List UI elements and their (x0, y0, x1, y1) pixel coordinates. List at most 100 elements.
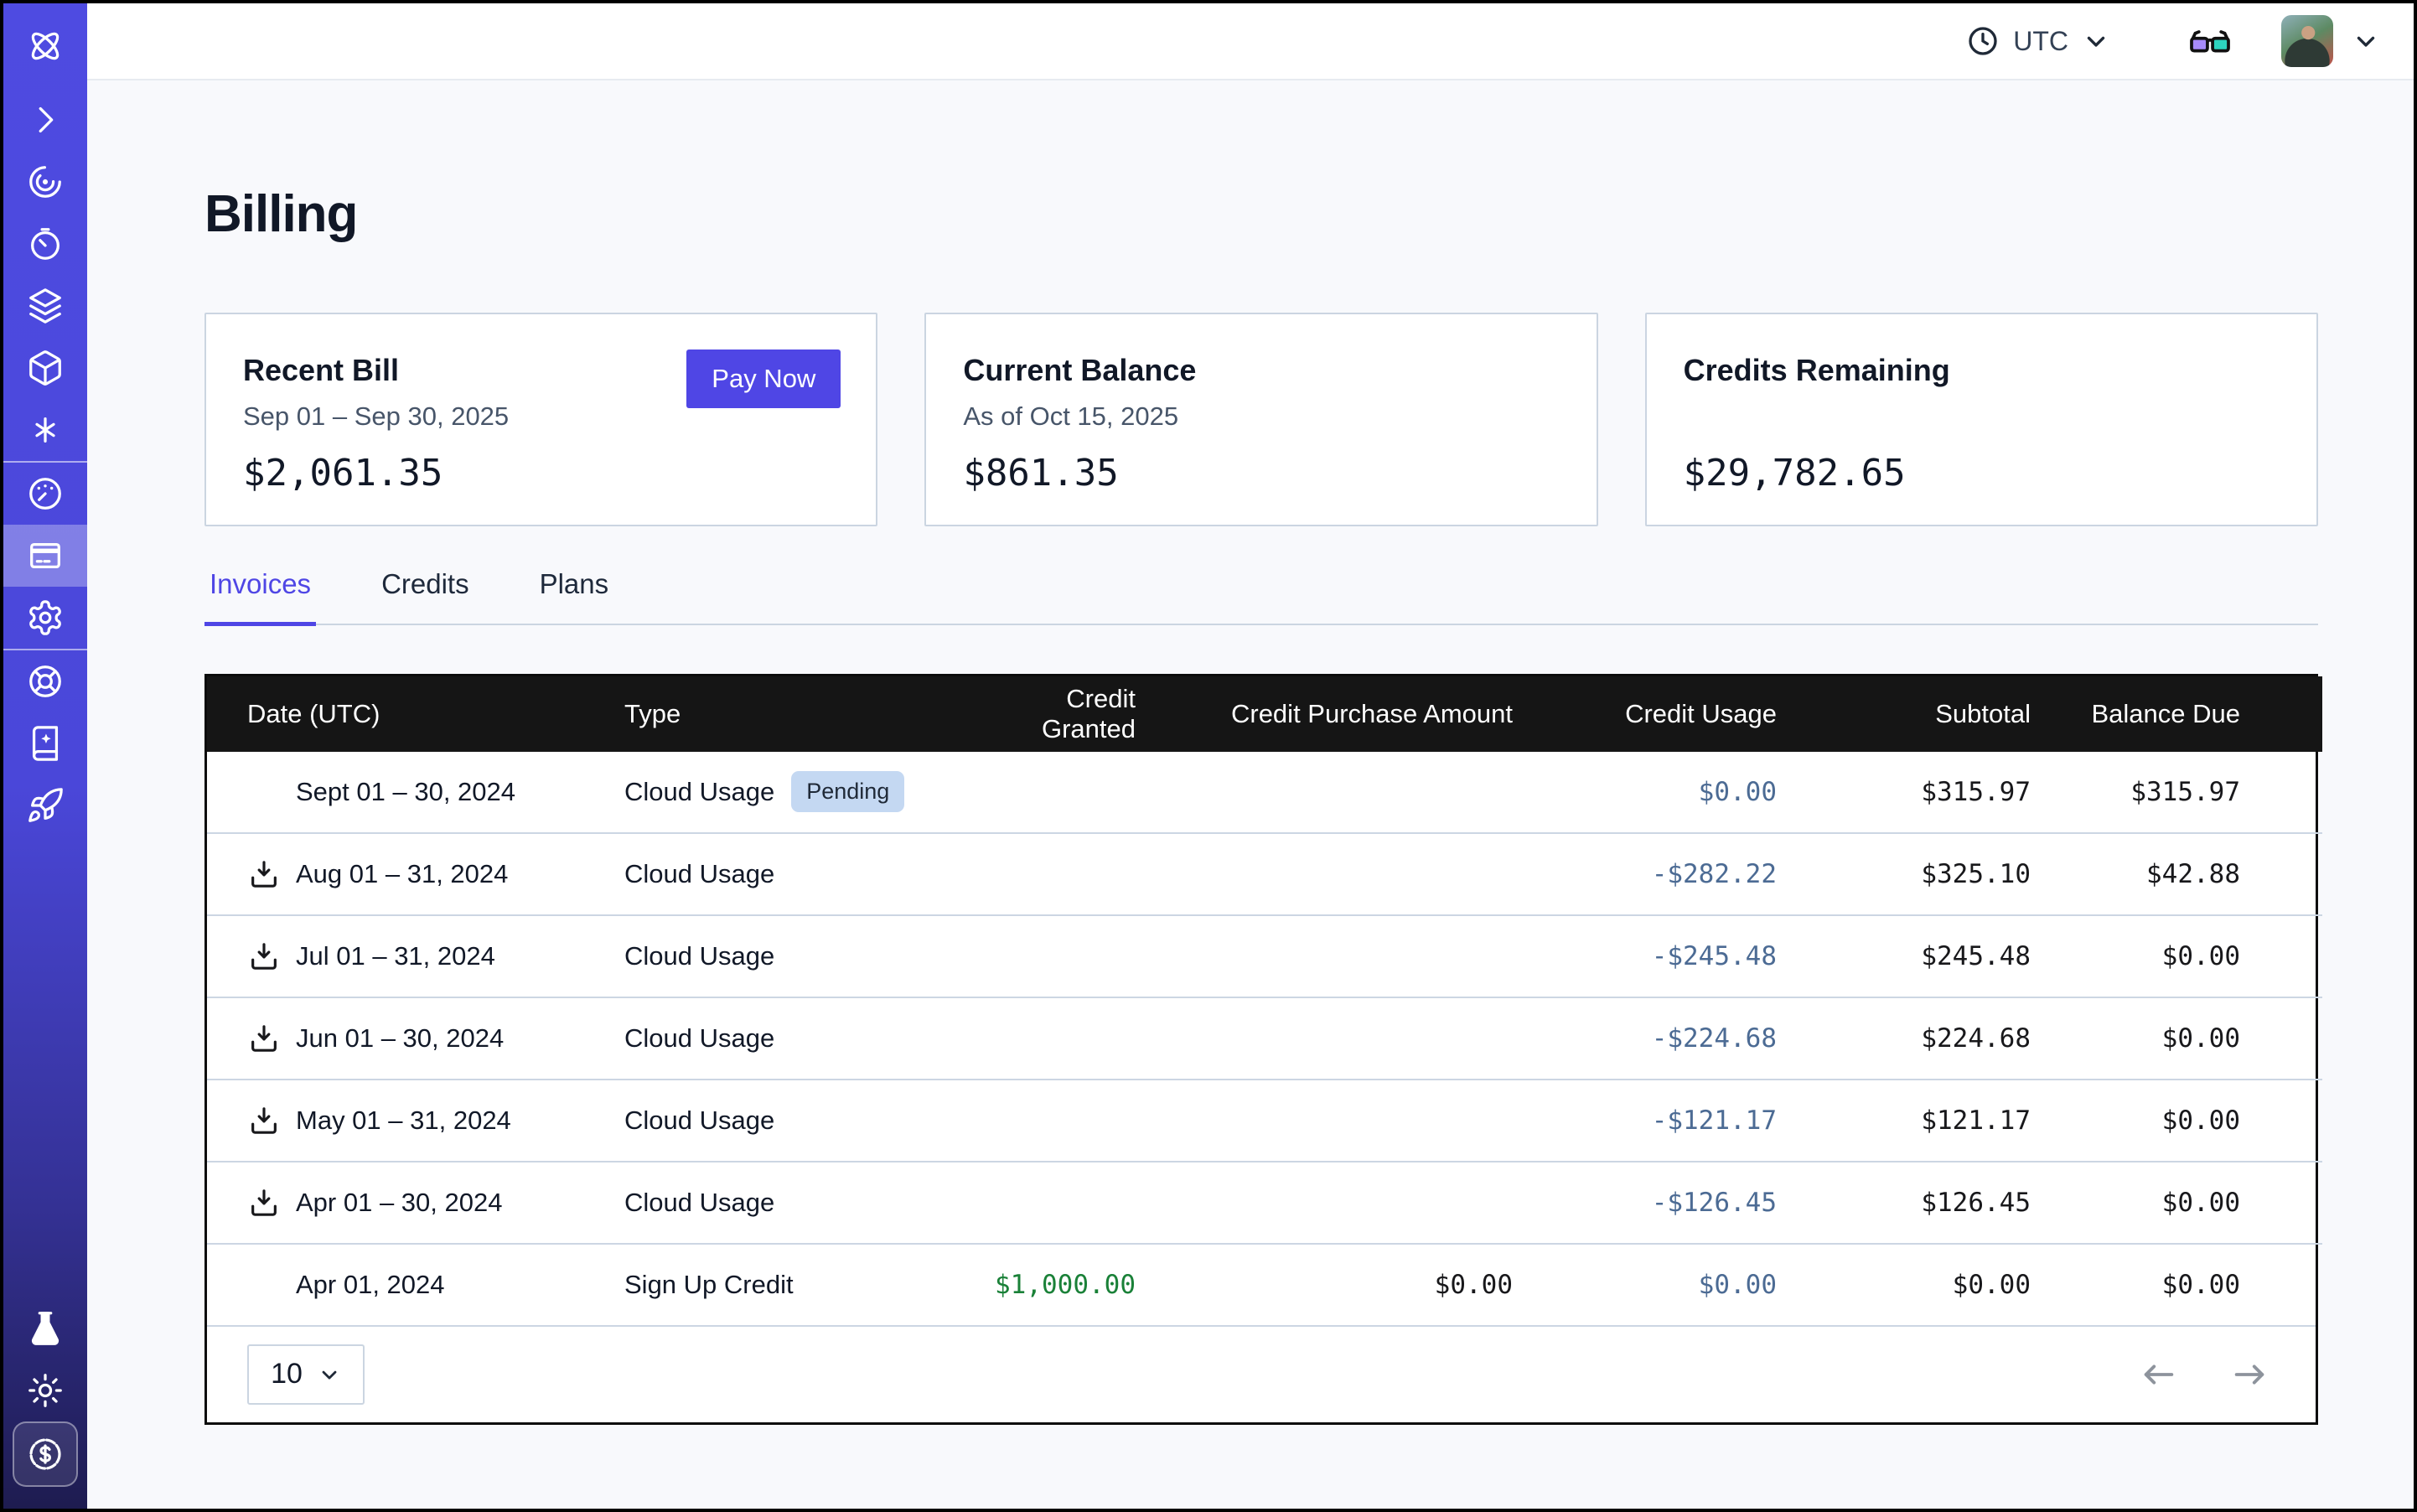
balance-as-of: As of Oct 15, 2025 (963, 401, 1559, 432)
avatar[interactable] (2281, 15, 2333, 67)
recent-bill-amount: $2,061.35 (243, 452, 443, 495)
credit-purchase-value: $0.00 (1171, 1244, 1548, 1325)
credit-granted-value (978, 1080, 1171, 1162)
download-invoice-icon[interactable] (247, 1186, 281, 1219)
main-area: UTC Billing Recent Bill (87, 3, 2414, 1509)
balance-due-value: $0.00 (2066, 1162, 2322, 1244)
sidebar-item-iris-icon[interactable] (3, 151, 87, 213)
table-row: Jul 01 – 31, 2024 Cloud Usage -$245.48 $… (207, 915, 2322, 997)
sidebar-expand-chevron-right-icon[interactable] (3, 89, 87, 151)
chevron-down-icon (2082, 27, 2110, 55)
credit-usage-value: -$245.48 (1548, 915, 1812, 997)
invoice-type: Sign Up Credit (624, 1270, 794, 1300)
current-balance-amount: $861.35 (963, 452, 1118, 495)
subtotal-value: $315.97 (1812, 752, 2066, 833)
subtotal-value: $245.48 (1812, 915, 2066, 997)
app-logo-icon[interactable] (3, 3, 87, 89)
sidebar-item-billing-icon[interactable] (3, 525, 87, 587)
sidebar-item-box-icon[interactable] (3, 337, 87, 399)
page-size-value: 10 (271, 1358, 303, 1390)
subtotal-value: $121.17 (1812, 1080, 2066, 1162)
invoice-type: Cloud Usage (624, 1106, 774, 1136)
column-header: Credit Usage (1548, 676, 1812, 752)
sidebar-item-dollar-badge-icon[interactable] (13, 1421, 78, 1487)
timezone-selector[interactable]: UTC (1966, 24, 2110, 58)
credit-granted-value (978, 833, 1171, 915)
invoice-type: Cloud Usage (624, 1188, 774, 1218)
credit-usage-value: $0.00 (1548, 1244, 1812, 1325)
chevron-down-icon (318, 1363, 341, 1386)
tab-invoices[interactable]: Invoices (204, 568, 316, 626)
invoice-date: May 01 – 31, 2024 (296, 1106, 511, 1136)
table-footer: 10 (207, 1325, 2316, 1422)
invoice-date: Jun 01 – 30, 2024 (296, 1023, 504, 1054)
table-header-row: Date (UTC)TypeCredit GrantedCredit Purch… (207, 676, 2322, 752)
tab-plans[interactable]: Plans (535, 568, 614, 626)
table-row: Jun 01 – 30, 2024 Cloud Usage -$224.68 $… (207, 997, 2322, 1080)
tabs: Invoices Credits Plans (204, 568, 2318, 625)
billing-page: Billing Recent Bill Sep 01 – Sep 30, 202… (87, 80, 2414, 1425)
user-menu-chevron-down-icon[interactable] (2352, 27, 2380, 55)
sidebar-item-book-sparkle-icon[interactable] (3, 712, 87, 774)
pagination-arrows (2140, 1355, 2269, 1394)
credit-purchase-value (1171, 833, 1548, 915)
credit-granted-value (978, 1162, 1171, 1244)
card-title: Current Balance (963, 353, 1559, 388)
credit-usage-value: -$282.22 (1548, 833, 1812, 915)
tab-credits[interactable]: Credits (376, 568, 474, 626)
app-window: UTC Billing Recent Bill (0, 0, 2417, 1512)
credit-purchase-value (1171, 997, 1548, 1080)
pay-now-button[interactable]: Pay Now (686, 350, 841, 408)
glasses-icon[interactable] (2186, 23, 2234, 60)
sidebar-item-gauge-icon[interactable] (3, 463, 87, 525)
invoice-type: Cloud Usage (624, 941, 774, 971)
sidebar-item-flask-icon[interactable] (3, 1297, 87, 1359)
invoice-date: Apr 01, 2024 (296, 1270, 445, 1300)
sidebar-item-lifebuoy-icon[interactable] (3, 650, 87, 712)
credit-usage-value: -$121.17 (1548, 1080, 1812, 1162)
credit-purchase-value (1171, 752, 1548, 833)
previous-page-arrow-left-icon[interactable] (2140, 1355, 2178, 1394)
sidebar-item-sun-icon[interactable] (3, 1359, 87, 1421)
credit-purchase-value (1171, 1162, 1548, 1244)
download-invoice-icon[interactable] (247, 857, 281, 891)
sidebar-item-rocket-icon[interactable] (3, 774, 87, 836)
credit-granted-value (978, 997, 1171, 1080)
invoice-date: Aug 01 – 31, 2024 (296, 859, 508, 889)
sidebar-item-timer-icon[interactable] (3, 213, 87, 275)
balance-due-value: $0.00 (2066, 915, 2322, 997)
balance-due-value: $42.88 (2066, 833, 2322, 915)
column-header: Type (601, 676, 978, 752)
credit-granted-value (978, 752, 1171, 833)
sidebar-item-layers-icon[interactable] (3, 275, 87, 337)
credit-usage-value: -$126.45 (1548, 1162, 1812, 1244)
next-page-arrow-right-icon[interactable] (2230, 1355, 2269, 1394)
column-header: Balance Due (2066, 676, 2322, 752)
download-invoice-icon[interactable] (247, 940, 281, 973)
table-row: Sept 01 – 30, 2024 Cloud Usage Pending $… (207, 752, 2322, 833)
balance-due-value: $0.00 (2066, 1080, 2322, 1162)
column-header: Subtotal (1812, 676, 2066, 752)
table-row: Apr 01 – 30, 2024 Cloud Usage -$126.45 $… (207, 1162, 2322, 1244)
sidebar-item-gear-icon[interactable] (3, 587, 87, 649)
download-invoice-icon[interactable] (247, 1104, 281, 1137)
credit-purchase-value (1171, 915, 1548, 997)
credit-usage-value: $0.00 (1548, 752, 1812, 833)
table-row: May 01 – 31, 2024 Cloud Usage -$121.17 $… (207, 1080, 2322, 1162)
download-invoice-icon[interactable] (247, 1022, 281, 1055)
credit-usage-value: -$224.68 (1548, 997, 1812, 1080)
subtotal-value: $126.45 (1812, 1162, 2066, 1244)
subtotal-value: $224.68 (1812, 997, 2066, 1080)
balance-due-value: $0.00 (2066, 1244, 2322, 1325)
balance-due-value: $315.97 (2066, 752, 2322, 833)
clock-icon (1966, 24, 2000, 58)
balance-due-value: $0.00 (2066, 997, 2322, 1080)
sidebar-item-asterisk-icon[interactable] (3, 399, 87, 461)
sidebar (3, 3, 87, 1509)
invoice-date: Sept 01 – 30, 2024 (296, 777, 515, 807)
invoice-type: Cloud Usage (624, 859, 774, 889)
page-size-select[interactable]: 10 (247, 1344, 365, 1405)
table-row: Apr 01, 2024 Sign Up Credit $1,000.00 $0… (207, 1244, 2322, 1325)
column-header: Credit Purchase Amount (1171, 676, 1548, 752)
credits-remaining-card: Credits Remaining $29,782.65 (1645, 313, 2318, 526)
